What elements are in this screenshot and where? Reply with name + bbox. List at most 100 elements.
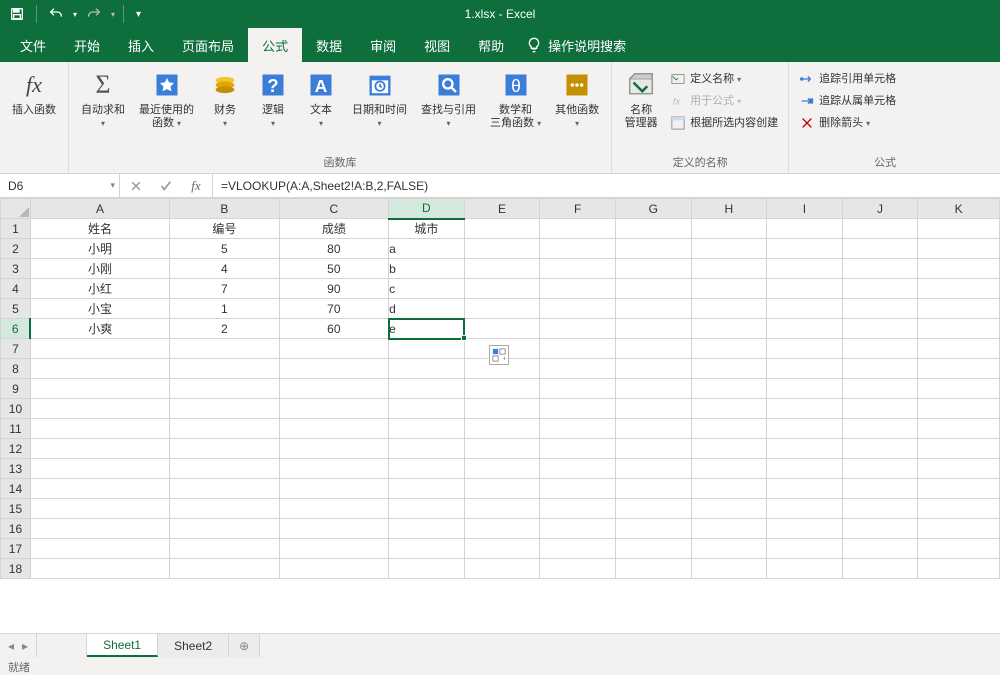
cell[interactable] [842,519,918,539]
row-header[interactable]: 6 [1,319,31,339]
cell[interactable]: 2 [170,319,279,339]
trace-precedents-button[interactable]: 追踪引用单元格 [795,68,900,90]
cell[interactable] [389,519,465,539]
cell[interactable] [615,299,691,319]
cell[interactable] [842,239,918,259]
cell[interactable] [918,339,1000,359]
cell[interactable] [767,559,843,579]
cell[interactable]: 5 [170,239,279,259]
cell[interactable] [691,559,767,579]
cell[interactable] [389,479,465,499]
cell[interactable] [540,359,616,379]
column-header[interactable]: A [30,199,169,219]
cell[interactable] [842,559,918,579]
cell[interactable] [842,499,918,519]
cell[interactable] [279,399,388,419]
cell[interactable] [615,219,691,239]
cell[interactable] [767,519,843,539]
cell[interactable]: 90 [279,279,388,299]
tab-formulas[interactable]: 公式 [248,28,302,62]
cell[interactable] [842,539,918,559]
cell[interactable] [279,539,388,559]
tab-home[interactable]: 开始 [60,28,114,62]
cell[interactable] [615,499,691,519]
cell[interactable] [767,339,843,359]
cell[interactable]: 4 [170,259,279,279]
cell[interactable] [842,319,918,339]
cell[interactable] [691,339,767,359]
cell[interactable] [691,319,767,339]
cell[interactable] [918,259,1000,279]
cell[interactable] [464,399,540,419]
cell[interactable] [691,259,767,279]
cell[interactable] [30,379,169,399]
row-header[interactable]: 9 [1,379,31,399]
cell[interactable] [767,479,843,499]
cell[interactable]: e [389,319,465,339]
cell[interactable] [615,339,691,359]
cell[interactable] [842,259,918,279]
cell[interactable] [767,399,843,419]
cell[interactable] [540,379,616,399]
cell[interactable] [279,419,388,439]
cell[interactable] [767,279,843,299]
row-header[interactable]: 18 [1,559,31,579]
cell[interactable]: 7 [170,279,279,299]
cancel-formula-button[interactable] [124,175,148,197]
cell[interactable] [842,479,918,499]
cell[interactable] [615,419,691,439]
cell[interactable] [389,399,465,419]
cell[interactable] [389,459,465,479]
cell[interactable] [615,399,691,419]
cell[interactable] [842,279,918,299]
cell[interactable] [691,279,767,299]
cell[interactable] [30,479,169,499]
column-header[interactable]: E [464,199,540,219]
cell[interactable] [615,279,691,299]
cell[interactable] [767,439,843,459]
more-functions-button[interactable]: 其他函数▾ [549,64,605,130]
cell[interactable] [918,239,1000,259]
column-header[interactable]: I [767,199,843,219]
redo-icon[interactable] [83,3,105,25]
cell[interactable] [279,479,388,499]
cell[interactable] [615,539,691,559]
cell[interactable] [691,459,767,479]
cell[interactable] [691,519,767,539]
cell[interactable] [691,539,767,559]
cell[interactable] [540,439,616,459]
cell[interactable] [767,459,843,479]
cell[interactable] [464,459,540,479]
insert-function-fx-button[interactable]: fx [184,175,208,197]
cell[interactable] [464,479,540,499]
sheet-nav-left-icon[interactable]: ◂ [8,639,14,653]
cell[interactable] [918,559,1000,579]
cell[interactable] [30,419,169,439]
cell[interactable] [464,239,540,259]
formula-input[interactable]: =VLOOKUP(A:A,Sheet2!A:B,2,FALSE) [213,174,1000,197]
cell[interactable] [918,399,1000,419]
cell[interactable] [30,439,169,459]
datetime-button[interactable]: 日期和时间▾ [346,64,413,130]
cell[interactable] [918,459,1000,479]
accept-formula-button[interactable] [154,175,178,197]
cell[interactable] [540,499,616,519]
cell[interactable] [691,479,767,499]
cell[interactable] [691,359,767,379]
cell[interactable] [842,219,918,239]
cell[interactable] [389,359,465,379]
row-header[interactable]: 1 [1,219,31,239]
cell[interactable] [540,479,616,499]
cell[interactable] [540,319,616,339]
cell[interactable] [30,339,169,359]
cell[interactable] [767,359,843,379]
cell[interactable] [464,319,540,339]
tab-layout[interactable]: 页面布局 [168,28,248,62]
cell[interactable] [279,379,388,399]
cell[interactable] [540,399,616,419]
cell[interactable]: c [389,279,465,299]
row-header[interactable]: 11 [1,419,31,439]
tab-insert[interactable]: 插入 [114,28,168,62]
sheet-tab-sheet1[interactable]: Sheet1 [87,634,158,657]
cell[interactable] [615,559,691,579]
